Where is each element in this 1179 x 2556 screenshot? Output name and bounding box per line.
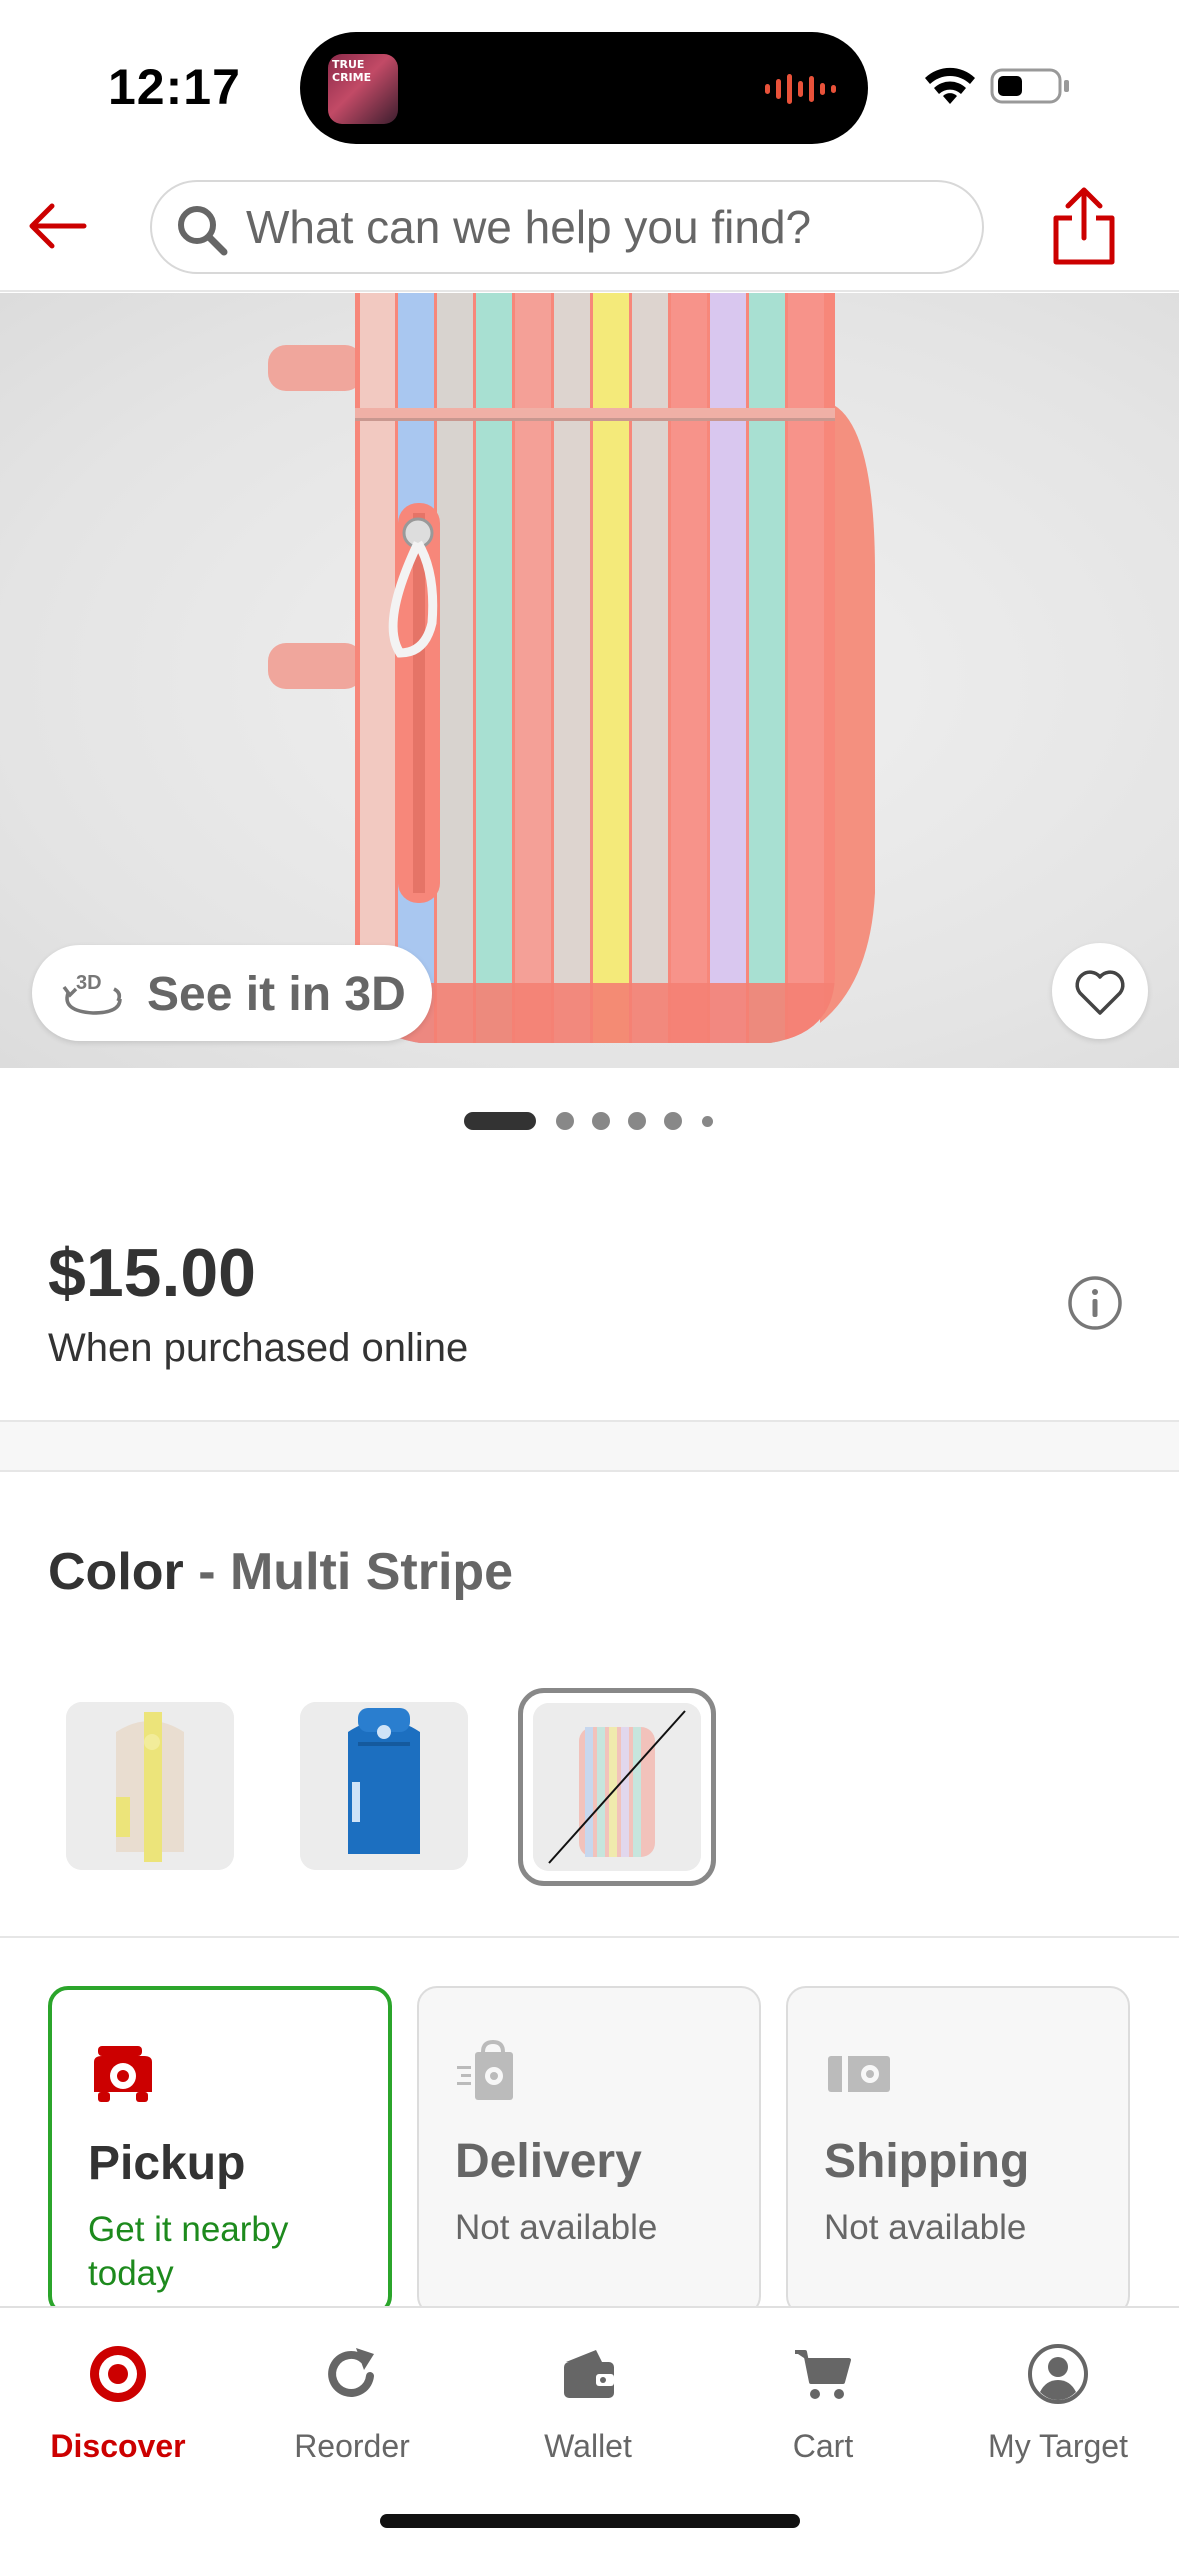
color-swatch-yellow[interactable]: [66, 1702, 234, 1870]
tab-label: Wallet: [544, 2428, 632, 2464]
carousel-dot[interactable]: [664, 1112, 682, 1130]
search-icon: [178, 206, 228, 256]
swatch-image: [300, 1702, 468, 1870]
carousel-page-indicator[interactable]: [0, 1112, 1179, 1132]
dynamic-island[interactable]: TRUE CRIME: [300, 32, 868, 144]
product-image-carousel[interactable]: 3D See it in 3D: [0, 293, 1179, 1068]
fulfillment-subtitle: Get it nearby today: [88, 2210, 289, 2293]
swatch-image: [66, 1702, 234, 1870]
price-note: When purchased online: [48, 1326, 469, 1370]
carousel-dot[interactable]: [556, 1112, 574, 1130]
now-playing-artwork-text: TRUE CRIME: [332, 58, 372, 84]
selected-color-value: Multi Stripe: [229, 1543, 514, 1601]
color-swatch-multi-stripe[interactable]: [533, 1703, 701, 1871]
tab-label: My Target: [988, 2428, 1128, 2464]
status-bar: 12:17 TRUE CRIME: [0, 0, 1179, 160]
carousel-dot[interactable]: [702, 1116, 713, 1127]
tab-reorder[interactable]: Reorder: [242, 2332, 462, 2482]
color-label: Color: [48, 1543, 184, 1601]
product-price: $15.00: [48, 1235, 256, 1311]
now-playing-artwork: TRUE CRIME: [328, 54, 398, 124]
see-in-3d-button[interactable]: 3D See it in 3D: [32, 945, 432, 1041]
top-navigation-bar: [0, 160, 1179, 292]
fulfillment-option-shipping[interactable]: Shipping Not available: [786, 1986, 1130, 2316]
tab-label: Cart: [792, 2428, 854, 2464]
info-icon[interactable]: [1066, 1274, 1124, 1332]
svg-text:3D: 3D: [76, 972, 102, 994]
battery-icon: [990, 68, 1069, 104]
fulfillment-option-delivery[interactable]: Delivery Not available: [417, 1986, 761, 2316]
heart-icon: [1075, 970, 1125, 1015]
fulfillment-title: Delivery: [455, 2135, 642, 2188]
audio-waveform-icon: [765, 72, 836, 106]
fulfillment-option-pickup[interactable]: Pickup Get it nearby today: [48, 1986, 392, 2316]
fulfillment-subtitle: Not available: [824, 2208, 1027, 2247]
delivery-bag-icon: [457, 2039, 513, 2100]
reorder-icon: [328, 2348, 374, 2397]
wifi-icon: [925, 67, 975, 104]
3d-rotate-icon: 3D: [62, 972, 122, 1015]
back-arrow-icon[interactable]: [22, 190, 94, 262]
target-bullseye-icon: [90, 2346, 146, 2402]
tab-discover[interactable]: Discover: [8, 2332, 228, 2482]
section-divider: [0, 1420, 1179, 1472]
swatch-image: [533, 1703, 701, 1871]
tab-label: Reorder: [294, 2428, 410, 2464]
tab-wallet[interactable]: Wallet: [478, 2332, 698, 2482]
search-input[interactable]: [246, 182, 966, 272]
shipping-box-icon: [828, 2056, 890, 2092]
section-divider: [0, 1936, 1179, 1938]
color-swatch-blue[interactable]: [300, 1702, 468, 1870]
favorite-button[interactable]: [1052, 943, 1148, 1039]
tab-my-target[interactable]: My Target: [948, 2332, 1168, 2482]
see-in-3d-label: See it in 3D: [147, 968, 406, 1021]
tab-label: Discover: [50, 2428, 186, 2464]
tab-cart[interactable]: Cart: [713, 2332, 933, 2482]
carousel-dot[interactable]: [628, 1112, 646, 1130]
search-bar[interactable]: [150, 180, 984, 274]
share-icon[interactable]: [1048, 184, 1120, 268]
home-indicator[interactable]: [380, 2514, 800, 2528]
fulfillment-title: Pickup: [88, 2137, 246, 2190]
color-heading: Color - Multi Stripe: [48, 1542, 513, 1602]
account-icon: [1028, 2344, 1088, 2404]
cart-icon: [795, 2350, 851, 2399]
fulfillment-title: Shipping: [824, 2135, 1030, 2188]
carousel-dot-active[interactable]: [464, 1112, 536, 1130]
pickup-car-icon: [94, 2046, 152, 2102]
color-separator: -: [183, 1543, 230, 1601]
carousel-dot[interactable]: [592, 1112, 610, 1130]
status-time: 12:17: [108, 59, 241, 115]
wallet-icon: [564, 2350, 614, 2398]
fulfillment-subtitle: Not available: [455, 2208, 658, 2247]
